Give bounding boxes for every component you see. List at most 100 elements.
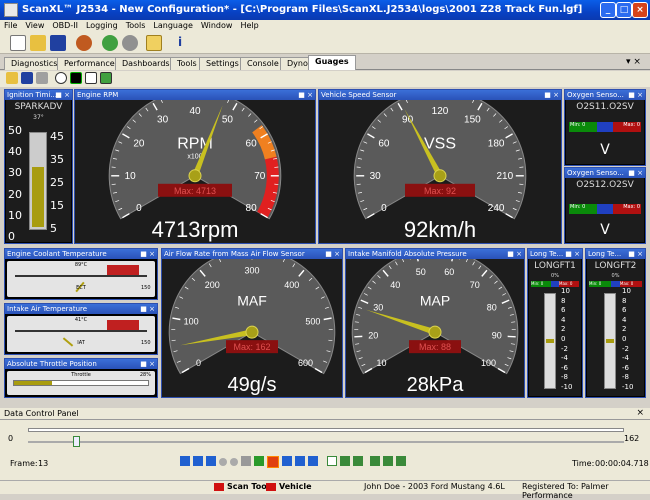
menu-help[interactable]: Help: [236, 20, 262, 31]
panel-close-icon[interactable]: ■ ×: [544, 90, 559, 100]
dial-gauge-icon[interactable]: [55, 72, 67, 84]
menu-view[interactable]: View: [21, 20, 48, 31]
tick-label: 180: [488, 138, 505, 149]
panel-header: Long Te...■ ×: [528, 249, 582, 259]
panel-close-icon[interactable]: ■ ×: [628, 168, 643, 178]
rpm-dial: 01020304050607080RPMx100Max: 47134713rpm: [75, 100, 315, 243]
save-icon[interactable]: [50, 35, 66, 51]
tab-dashboards[interactable]: Dashboards: [115, 57, 177, 70]
time-value: 00:00:04.718: [595, 459, 649, 468]
tab-guages[interactable]: Guages: [308, 55, 356, 70]
throttle-bar: [13, 380, 149, 386]
menu-tools[interactable]: Tools: [122, 20, 150, 31]
max-value: Max: 88: [419, 342, 451, 352]
menu-language[interactable]: Language: [149, 20, 196, 31]
timing-scale-left: 50403020100: [8, 130, 24, 236]
menu-window[interactable]: Window: [197, 20, 237, 31]
settings-icon[interactable]: [146, 35, 162, 51]
scale-label: 15: [50, 199, 64, 212]
iat-label: IAT: [7, 340, 155, 346]
o2s12-min: Min: 0: [569, 204, 597, 214]
panel-title: Long Te...: [530, 250, 563, 258]
ltft1-marker: [546, 339, 554, 343]
tab-diagnostics[interactable]: Diagnostics: [4, 57, 64, 70]
play-icon[interactable]: [254, 456, 264, 466]
digital-readout: 28kPa: [407, 374, 465, 396]
tab-performance[interactable]: Performance: [57, 57, 122, 70]
open-icon[interactable]: [6, 72, 18, 84]
step-forward-icon[interactable]: [282, 456, 292, 466]
disconnect-icon[interactable]: [122, 35, 138, 51]
open-log-icon[interactable]: [340, 456, 350, 466]
scale-label: 50: [8, 124, 22, 137]
panel-close-icon[interactable]: ■ ×: [628, 249, 643, 259]
options-icon[interactable]: [396, 456, 406, 466]
tick-label: 60: [378, 138, 390, 149]
tab-settings[interactable]: Settings: [199, 57, 246, 70]
chart-icon[interactable]: [70, 72, 82, 84]
unit-label: MAF: [237, 293, 267, 309]
rewind-fast-icon[interactable]: [193, 456, 203, 466]
tick-label: 70: [470, 280, 480, 290]
panel-close-icon[interactable]: ■ ×: [628, 90, 643, 100]
registration: Registered To: Palmer Performance: [522, 482, 650, 500]
record-icon[interactable]: [219, 458, 227, 466]
scan-tool-status-icon: [214, 483, 224, 491]
pause-icon[interactable]: [241, 456, 251, 466]
maximize-button[interactable]: □: [616, 2, 632, 18]
ltft1-scale: 1086420-2-4-6-8-10: [561, 293, 581, 389]
needle-hub: [429, 326, 441, 338]
info-icon[interactable]: i: [172, 35, 188, 51]
playback-slider[interactable]: [28, 441, 624, 443]
ltft1-value: 0%: [528, 273, 582, 279]
import-icon[interactable]: [383, 456, 393, 466]
playback-slider-thumb[interactable]: [73, 436, 80, 447]
tab-menu-icon[interactable]: ▾ ×: [626, 57, 641, 67]
tick-label: 500: [305, 316, 320, 326]
menu-logging[interactable]: Logging: [82, 20, 122, 31]
panel-close-icon[interactable]: ■ ×: [140, 249, 155, 259]
table-icon[interactable]: [85, 72, 97, 84]
o2s11-gauge-panel: Oxygen Senso...■ × O2S11.O2SV Min: 0 Max…: [564, 89, 646, 166]
save-layout-icon[interactable]: [21, 72, 33, 84]
menu-file[interactable]: File: [0, 20, 21, 31]
connect-icon[interactable]: [76, 35, 92, 51]
map-gauge-panel: Intake Manifold Absolute Pressure■ × 102…: [345, 248, 525, 398]
ltft2-min: Min: 0: [589, 281, 611, 287]
print-icon[interactable]: [36, 72, 48, 84]
scan-icon[interactable]: [102, 35, 118, 51]
save-log-icon[interactable]: [353, 456, 363, 466]
new-log-icon[interactable]: [327, 456, 337, 466]
tick-label: 400: [284, 280, 299, 290]
data-control-close-icon[interactable]: ×: [636, 408, 644, 418]
vss-gauge-panel: Vehicle Speed Sensor■ × 0306090120150180…: [318, 89, 562, 244]
menu-obd2[interactable]: OBD-II: [48, 20, 82, 31]
first-frame-icon[interactable]: [180, 456, 190, 466]
panel-close-icon[interactable]: ■ ×: [507, 249, 522, 259]
panel-close-icon[interactable]: ■ ×: [140, 359, 155, 369]
open-folder-icon[interactable]: [30, 35, 46, 51]
close-button[interactable]: ×: [632, 2, 648, 18]
new-file-icon[interactable]: [10, 35, 26, 51]
panel-close-icon[interactable]: ■ ×: [325, 249, 340, 259]
scale-label: 10: [8, 209, 22, 222]
panel-header: Engine RPM■ ×: [75, 90, 315, 100]
image-icon[interactable]: [100, 72, 112, 84]
panel-title: Oxygen Senso...: [567, 169, 624, 177]
fast-forward-icon[interactable]: [295, 456, 305, 466]
ect-scale-max: 150: [141, 285, 151, 291]
panel-close-icon[interactable]: ■ ×: [298, 90, 313, 100]
rewind-icon[interactable]: [206, 456, 216, 466]
panel-close-icon[interactable]: ■ ×: [140, 304, 155, 314]
minimize-button[interactable]: _: [600, 2, 616, 18]
export-icon[interactable]: [370, 456, 380, 466]
ltft2-value: 0%: [586, 273, 645, 279]
panel-close-icon[interactable]: ■ ×: [565, 249, 580, 259]
o2s12-unit: V: [565, 222, 645, 238]
tab-console[interactable]: Console: [240, 57, 286, 70]
panel-close-icon[interactable]: ■ ×: [55, 90, 70, 100]
record2-icon[interactable]: [230, 458, 238, 466]
last-frame-icon[interactable]: [308, 456, 318, 466]
stop-icon[interactable]: [267, 456, 279, 468]
unit-label: MAP: [420, 293, 450, 309]
